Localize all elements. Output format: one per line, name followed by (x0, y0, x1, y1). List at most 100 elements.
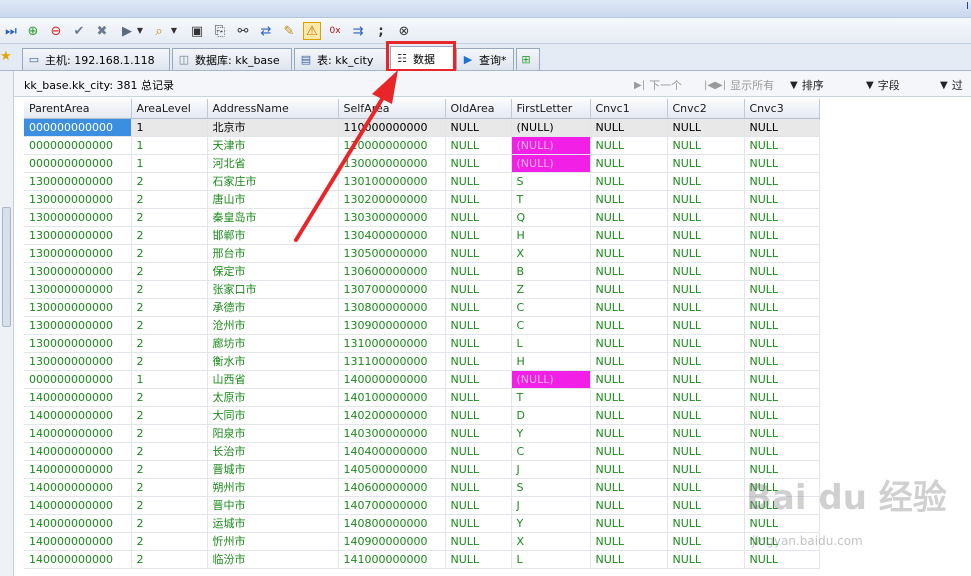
table-cell[interactable]: 130000000000 (24, 172, 132, 191)
table-cell[interactable]: 长治市 (207, 442, 339, 461)
table-cell[interactable]: NULL (667, 118, 745, 137)
save-as-icon[interactable]: ⎘ (211, 22, 229, 40)
table-cell[interactable]: NULL (590, 226, 668, 245)
table-row[interactable]: 140000000000 2 阳泉市 140300000000 NULL Y NULL NUL… (24, 424, 820, 443)
table-cell[interactable]: NULL (445, 154, 512, 173)
table-cell[interactable]: C (511, 316, 591, 335)
table-cell[interactable]: NULL (744, 442, 820, 461)
table-cell[interactable]: 130200000000 (338, 190, 446, 209)
table-cell[interactable]: 2 (131, 280, 208, 299)
table-cell[interactable]: NULL (744, 172, 820, 191)
table-cell[interactable]: 140000000000 (24, 496, 132, 515)
table-cell[interactable]: NULL (667, 388, 745, 407)
filter-button[interactable]: ▼ 过 (940, 77, 963, 93)
table-cell[interactable]: NULL (590, 370, 668, 389)
table-cell[interactable]: 131100000000 (338, 352, 446, 371)
table-cell[interactable]: NULL (445, 370, 512, 389)
table-cell[interactable]: 邯郸市 (207, 226, 339, 245)
table-cell[interactable]: NULL (590, 550, 668, 569)
table-cell[interactable]: 2 (131, 298, 208, 317)
table-cell[interactable]: NULL (744, 352, 820, 371)
table-row[interactable]: 140000000000 2 运城市 140800000000 NULL Y NULL NUL… (24, 514, 820, 533)
table-cell[interactable]: 140000000000 (24, 406, 132, 425)
column-header[interactable]: OldArea (445, 99, 512, 119)
table-cell[interactable]: NULL (667, 262, 745, 281)
table-cell[interactable]: NULL (744, 118, 820, 137)
table-cell[interactable]: 130000000000 (24, 334, 132, 353)
table-cell[interactable]: 山西省 (207, 370, 339, 389)
table-cell[interactable]: NULL (744, 388, 820, 407)
table-cell[interactable]: NULL (445, 316, 512, 335)
table-row[interactable]: 140000000000 2 忻州市 140900000000 NULL X NULL NUL… (24, 532, 820, 551)
table-cell[interactable]: 140000000000 (24, 388, 132, 407)
table-cell[interactable]: NULL (590, 208, 668, 227)
check-icon[interactable]: ✔ (70, 22, 88, 40)
next-button[interactable]: ▶| 下一个 (634, 77, 682, 93)
table-cell[interactable]: 1 (131, 370, 208, 389)
table-cell[interactable]: NULL (744, 406, 820, 425)
table-cell[interactable]: B (511, 262, 591, 281)
column-header[interactable]: AreaLevel (131, 99, 208, 119)
table-cell[interactable]: 140000000000 (24, 532, 132, 551)
table-row[interactable]: 140000000000 2 临汾市 141000000000 NULL L NULL NUL… (24, 550, 820, 569)
table-cell[interactable]: 130000000000 (24, 190, 132, 209)
table-cell[interactable]: 140000000000 (24, 478, 132, 497)
table-cell[interactable]: 140000000000 (24, 424, 132, 443)
column-header[interactable]: Cnvc1 (590, 99, 668, 119)
table-cell[interactable]: 000000000000 (24, 154, 132, 173)
hex-icon[interactable]: 0x (326, 22, 344, 40)
table-cell[interactable]: NULL (744, 370, 820, 389)
table-cell[interactable]: NULL (590, 280, 668, 299)
dropdown-icon[interactable]: ▼ (168, 22, 180, 40)
table-row[interactable]: 000000000000 1 山西省 140000000000 NULL (NULL) NU… (24, 370, 820, 389)
table-cell[interactable]: NULL (445, 118, 512, 137)
table-cell[interactable]: 北京市 (207, 118, 339, 137)
table-cell[interactable]: S (511, 172, 591, 191)
table-cell[interactable]: 2 (131, 352, 208, 371)
table-cell[interactable]: 130700000000 (338, 280, 446, 299)
table-row[interactable]: 130000000000 2 承德市 130800000000 NULL C NULL NUL… (24, 298, 820, 317)
table-cell[interactable]: NULL (445, 334, 512, 353)
table-cell[interactable]: NULL (667, 370, 745, 389)
table-cell[interactable]: 130600000000 (338, 262, 446, 281)
table-row[interactable]: 140000000000 2 朔州市 140600000000 NULL S NULL NUL… (24, 478, 820, 497)
table-cell[interactable]: 130000000000 (24, 226, 132, 245)
table-row[interactable]: 140000000000 2 晋中市 140700000000 NULL J NULL NUL… (24, 496, 820, 515)
table-cell[interactable]: 130100000000 (338, 172, 446, 191)
table-cell[interactable]: 130800000000 (338, 298, 446, 317)
table-cell[interactable]: NULL (445, 442, 512, 461)
table-cell[interactable]: T (511, 388, 591, 407)
table-cell[interactable]: 保定市 (207, 262, 339, 281)
table-cell[interactable]: NULL (744, 550, 820, 569)
table-cell[interactable]: NULL (445, 298, 512, 317)
table-cell[interactable]: NULL (667, 550, 745, 569)
table-cell[interactable]: NULL (590, 388, 668, 407)
table-cell[interactable]: NULL (590, 316, 668, 335)
table-cell[interactable]: 大同市 (207, 406, 339, 425)
table-cell[interactable]: 130300000000 (338, 208, 446, 227)
table-cell[interactable]: 朔州市 (207, 478, 339, 497)
table-cell[interactable]: 130500000000 (338, 244, 446, 263)
table-cell[interactable]: NULL (667, 154, 745, 173)
replace-icon[interactable]: ⇄ (257, 22, 275, 40)
table-cell[interactable]: 140800000000 (338, 514, 446, 533)
tab-database[interactable]: ◫ 数据库: kk_base (172, 48, 292, 70)
table-cell[interactable]: 2 (131, 550, 208, 569)
table-cell[interactable]: 130900000000 (338, 316, 446, 335)
table-cell[interactable]: 秦皇岛市 (207, 208, 339, 227)
table-cell[interactable]: D (511, 406, 591, 425)
table-cell[interactable]: 太原市 (207, 388, 339, 407)
table-cell[interactable]: NULL (667, 406, 745, 425)
table-cell[interactable]: NULL (744, 136, 820, 155)
table-cell[interactable]: NULL (445, 478, 512, 497)
table-cell[interactable]: NULL (590, 118, 668, 137)
query-icon[interactable]: ⌕ (150, 22, 168, 40)
table-cell[interactable]: NULL (744, 190, 820, 209)
tab-new[interactable]: ⊞ (516, 48, 540, 70)
table-row[interactable]: 000000000000 1 河北省 130000000000 NULL (NULL) NU… (24, 154, 820, 173)
table-cell[interactable]: 000000000000 (24, 136, 132, 155)
table-row[interactable]: 000000000000 1 天津市 120000000000 NULL (NULL) NU… (24, 136, 820, 155)
table-cell[interactable]: NULL (667, 316, 745, 335)
table-row[interactable]: 130000000000 2 廊坊市 131000000000 NULL L NULL NUL… (24, 334, 820, 353)
table-cell[interactable]: 2 (131, 190, 208, 209)
